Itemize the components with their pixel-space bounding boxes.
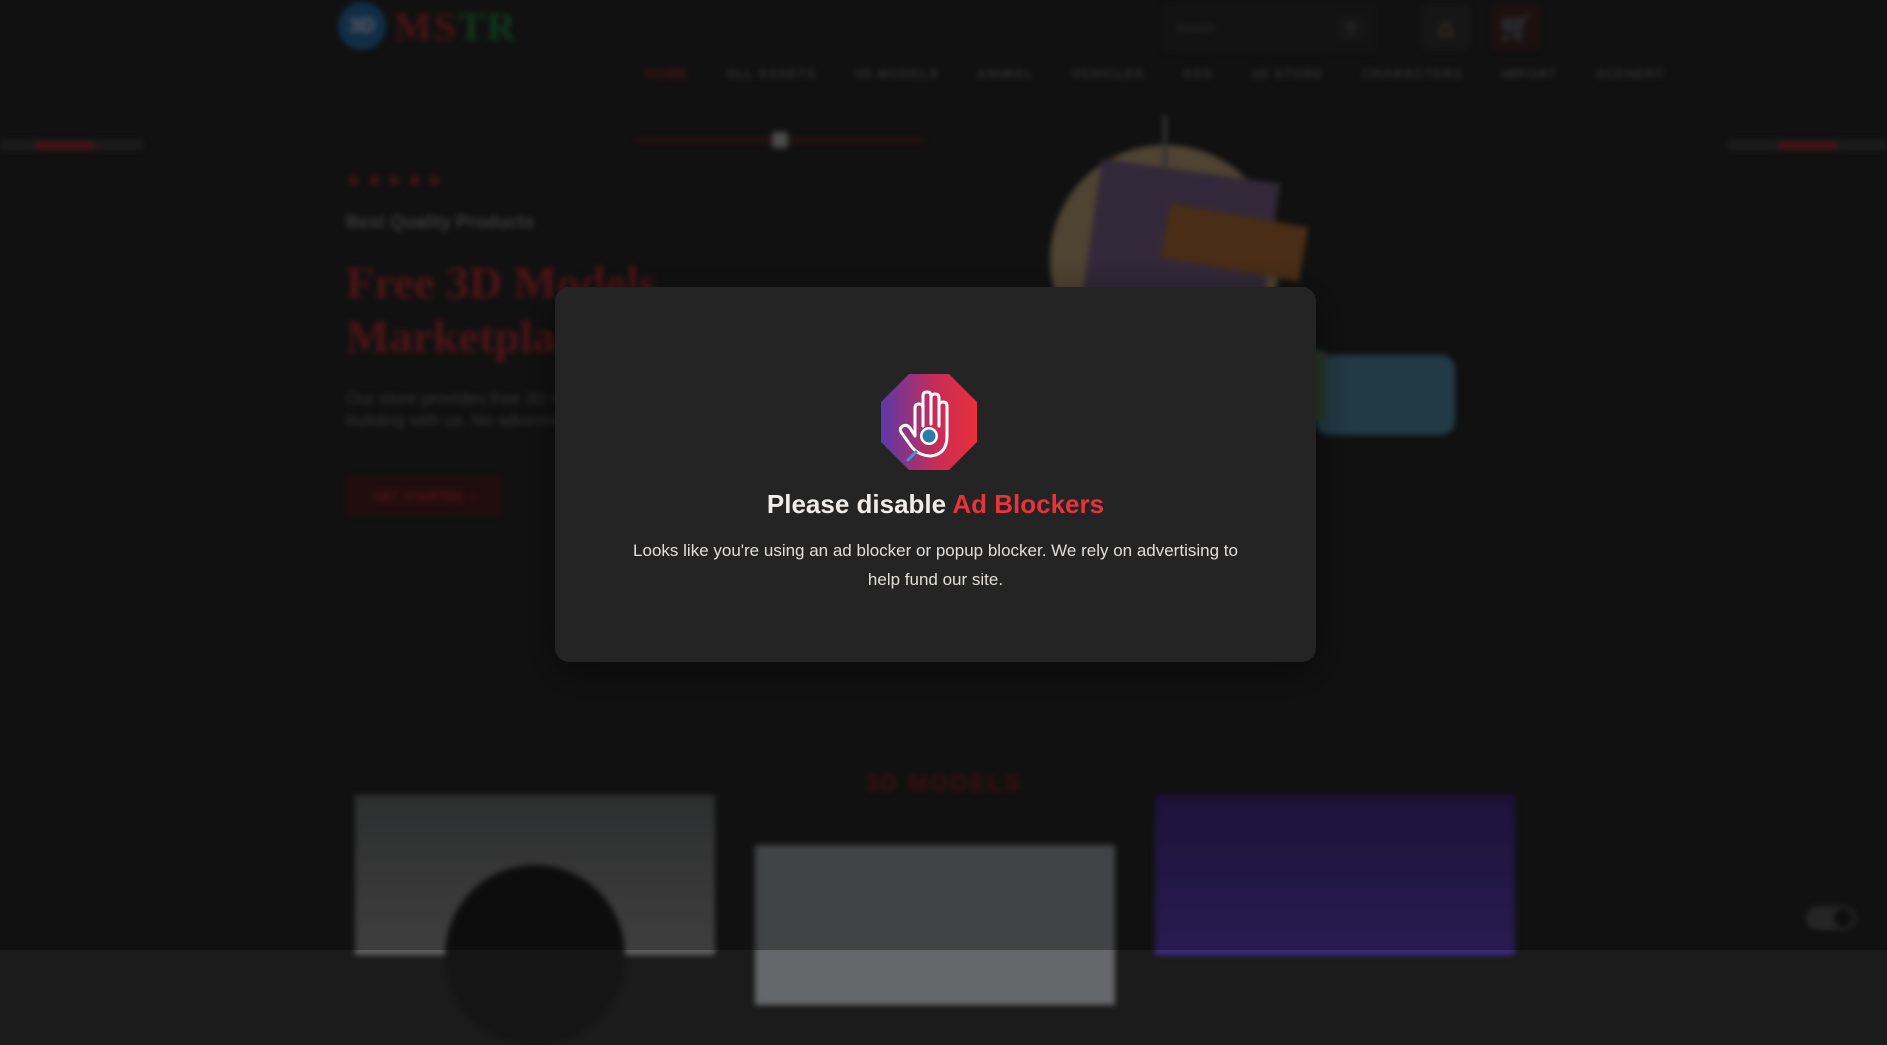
modal-title-accent: Ad Blockers <box>952 489 1105 519</box>
stop-hand-icon <box>881 374 977 470</box>
modal-title: Please disable Ad Blockers <box>555 489 1316 520</box>
modal-message: Looks like you're using an ad blocker or… <box>633 541 1238 589</box>
modal-title-prefix: Please disable <box>766 489 947 519</box>
adblock-modal: Please disable Ad Blockers Looks like yo… <box>555 287 1316 662</box>
